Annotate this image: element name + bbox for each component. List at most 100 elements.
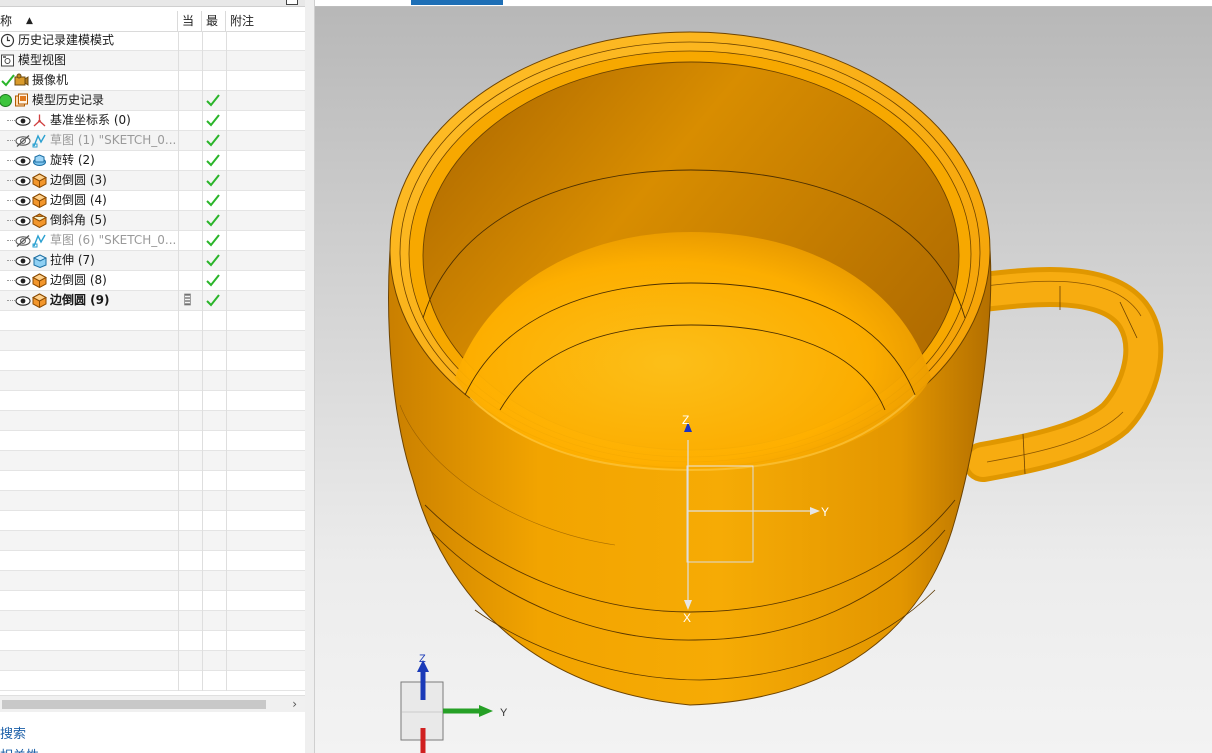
column-separator [178, 451, 179, 471]
column-separator [202, 51, 203, 71]
column-separator [226, 111, 227, 131]
column-separator [202, 191, 203, 211]
column-separator [226, 571, 227, 591]
scroll-right-arrow-icon[interactable]: › [292, 696, 297, 712]
tree-connector [7, 140, 15, 141]
column-separator [202, 511, 203, 531]
column-separator [202, 611, 203, 631]
datum-csys-icon [32, 113, 47, 128]
column-separator [202, 111, 203, 131]
search-section-label[interactable]: 搜索 [0, 723, 26, 742]
column-header-notes[interactable]: 附注 [226, 11, 305, 31]
latest-check-icon [205, 133, 221, 148]
column-separator [202, 531, 203, 551]
hidden-eye-icon[interactable] [15, 135, 31, 150]
column-separator [226, 131, 227, 151]
related-section-label[interactable]: 相关性 [0, 745, 39, 753]
horizontal-scrollbar[interactable]: › [0, 695, 305, 712]
column-separator [178, 571, 179, 591]
edge-blend-icon [31, 193, 48, 209]
csys-y-label: Y [821, 505, 829, 519]
column-separator [178, 331, 179, 351]
column-separator [202, 671, 203, 691]
empty-tree-row [0, 631, 305, 651]
tree-row[interactable]: 模型视图 [0, 51, 305, 71]
column-separator [226, 151, 227, 171]
column-separator [202, 311, 203, 331]
empty-tree-row [0, 451, 305, 471]
visibility-eye-icon[interactable] [15, 295, 31, 310]
column-separator [178, 271, 179, 291]
column-separator [226, 611, 227, 631]
column-header-current[interactable]: 当 [178, 11, 202, 31]
tree-row[interactable]: 拉伸 (7) [0, 251, 305, 271]
tree-row[interactable]: 边倒圆 (3) [0, 171, 305, 191]
tree-row-label: 边倒圆 (4) [50, 193, 107, 207]
edge-blend-icon [31, 173, 48, 189]
column-separator [178, 551, 179, 571]
column-separator [202, 331, 203, 351]
restore-window-icon[interactable] [286, 0, 298, 5]
visibility-eye-icon[interactable] [15, 195, 31, 210]
tree-row[interactable]: 边倒圆 (8) [0, 271, 305, 291]
empty-tree-row [0, 611, 305, 631]
visibility-eye-icon[interactable] [15, 175, 31, 190]
column-separator [226, 51, 227, 71]
tree-row-label: 摄像机 [32, 73, 69, 87]
clock-icon [0, 33, 15, 48]
latest-check-icon [205, 113, 221, 128]
tree-row[interactable]: 边倒圆 (4) [0, 191, 305, 211]
tree-row-label: 基准坐标系 (0) [50, 113, 131, 127]
tree-row[interactable]: 草图 (6) "SKETCH_0... [0, 231, 305, 251]
empty-tree-row [0, 471, 305, 491]
search-section[interactable]: 搜索 [0, 722, 305, 742]
tree-body: 历史记录建模模式 模型视图摄像机模型历史记录基准坐标系 (0) 草图 (1) "SK… [0, 31, 305, 695]
tree-row[interactable]: 模型历史记录 [0, 91, 305, 111]
empty-tree-row [0, 531, 305, 551]
column-separator [202, 271, 203, 291]
visibility-eye-icon[interactable] [15, 155, 31, 170]
latest-check-icon [205, 253, 221, 268]
column-separator [202, 211, 203, 231]
column-separator [202, 371, 203, 391]
model-canvas[interactable]: Z Y X Z Y [315, 0, 1212, 753]
column-separator [178, 231, 179, 251]
tree-row[interactable]: 草图 (1) "SKETCH_0... [0, 131, 305, 151]
column-separator [226, 211, 227, 231]
empty-tree-row [0, 551, 305, 571]
visibility-eye-icon[interactable] [15, 275, 31, 290]
graphics-viewport[interactable]: Z Y X Z Y [315, 0, 1212, 753]
visibility-eye-icon[interactable] [15, 255, 31, 270]
tree-connector [7, 160, 15, 161]
column-separator [226, 491, 227, 511]
column-header-name[interactable]: 称 ▲ [0, 11, 178, 31]
view-triad[interactable]: Z Y [400, 653, 508, 753]
checked-icon[interactable] [0, 73, 15, 88]
tree-row[interactable]: 倒斜角 (5) [0, 211, 305, 231]
tree-row[interactable]: 基准坐标系 (0) [0, 111, 305, 131]
column-separator [178, 351, 179, 371]
column-separator [202, 231, 203, 251]
visibility-eye-icon[interactable] [15, 115, 31, 130]
tree-row[interactable]: 旋转 (2) [0, 151, 305, 171]
scrollbar-thumb[interactable] [2, 700, 266, 709]
column-separator [202, 71, 203, 91]
hidden-eye-icon[interactable] [15, 235, 31, 250]
panel-splitter[interactable] [305, 0, 315, 753]
column-header-latest[interactable]: 最 [202, 11, 226, 31]
empty-tree-row [0, 391, 305, 411]
latest-check-icon [205, 153, 221, 168]
latest-check-icon [205, 193, 221, 208]
csys-x-label: X [683, 611, 691, 625]
revolve-icon [32, 153, 47, 168]
column-separator [226, 411, 227, 431]
column-separator [226, 631, 227, 651]
tree-row[interactable]: 摄像机 [0, 71, 305, 91]
latest-check-icon [205, 213, 221, 228]
latest-check-icon [205, 273, 221, 288]
column-separator [202, 351, 203, 371]
column-separator [178, 131, 179, 151]
visibility-eye-icon[interactable] [15, 215, 31, 230]
tree-row[interactable]: 边倒圆 (9) [0, 291, 305, 311]
tree-row[interactable]: 历史记录建模模式 [0, 31, 305, 51]
